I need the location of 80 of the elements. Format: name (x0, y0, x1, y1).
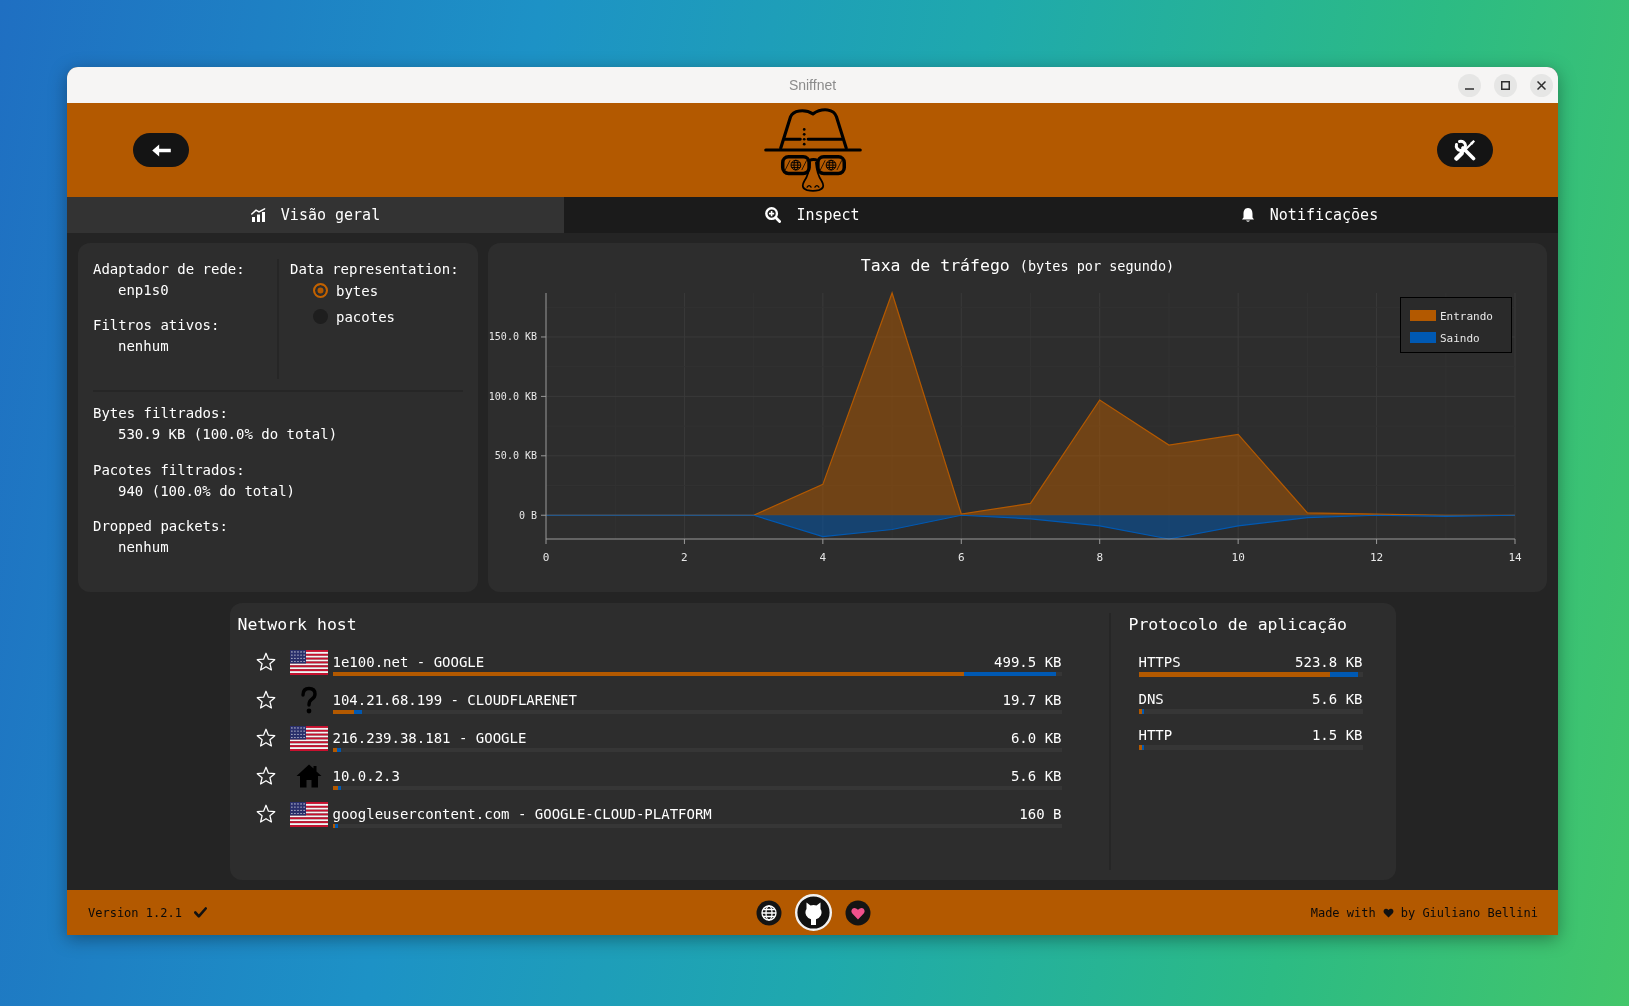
question-mark-icon (298, 686, 319, 714)
cat-icon[interactable] (794, 894, 832, 931)
tab[interactable]: Notificações (1061, 197, 1558, 233)
stat-value: 940 (100.0% do total) (117, 481, 296, 501)
protocol-name: HTTPS (1138, 653, 1181, 672)
host-name: 104.21.68.199 - CLOUDFLARENET (332, 691, 577, 710)
maximize-button[interactable] (1494, 73, 1517, 97)
protocol-name: DNS (1138, 689, 1164, 709)
tools-icon (1454, 139, 1476, 161)
axis-tick-label: 0 (542, 551, 550, 564)
section-title: Network host (237, 614, 358, 636)
traffic-amount: 523.8 KB (1295, 653, 1363, 672)
stat-value: 530.9 KB (100.0% do total) (117, 425, 339, 444)
search-icon (765, 207, 782, 223)
axis-tick-label: 50.0 KB (494, 450, 537, 462)
close-icon (1537, 80, 1546, 90)
axis-tick-label: 150.0 KB (488, 331, 537, 343)
flag-icon (289, 725, 328, 751)
axis-tick-label: 10 (1231, 551, 1245, 564)
radio-option[interactable]: pacotes (290, 306, 459, 327)
traffic-amount: 1.5 KB (1311, 726, 1363, 745)
star-icon[interactable] (255, 766, 276, 786)
star-icon[interactable] (255, 652, 276, 672)
axis-tick-label: 12 (1369, 551, 1384, 564)
traffic-amount: 6.0 KB (1010, 729, 1062, 748)
traffic-amount: 19.7 KB (1002, 691, 1062, 710)
stat-label: Pacotes filtrados: (93, 460, 246, 480)
stat-value: nenhum (117, 538, 170, 557)
tab[interactable]: Visão geral (67, 197, 564, 233)
star-icon[interactable] (255, 690, 276, 710)
axis-tick-label: 8 (1096, 551, 1104, 564)
credit-text: Made with (1310, 904, 1376, 921)
author-text: by Giuliano Bellini (1400, 904, 1538, 921)
chart-title: Taxa de tráfego (860, 255, 1010, 277)
radio-option[interactable]: bytes (290, 280, 459, 301)
traffic-amount: 5.6 KB (1311, 689, 1363, 709)
axis-tick-label: 4 (819, 551, 827, 564)
traffic-amount: 5.6 KB (1010, 767, 1062, 786)
stat-label: Dropped packets: (93, 517, 229, 536)
axis-tick-label: 0 B (518, 509, 537, 521)
close-button[interactable] (1530, 73, 1553, 97)
info-label: Adaptador de rede: (93, 260, 246, 279)
info-value: enp1s0 (117, 281, 170, 300)
host-name: googleusercontent.com - GOOGLE-CLOUD-PLATFORM (332, 805, 712, 824)
section-title: Protocolo de aplicação (1128, 614, 1349, 636)
bar-chart-icon (250, 208, 266, 222)
minimize-button[interactable] (1458, 73, 1481, 97)
axis-tick-label: 2 (681, 551, 688, 564)
tab[interactable]: Inspect (564, 197, 1061, 233)
flag-icon (289, 649, 328, 675)
protocol-name: HTTP (1138, 726, 1173, 745)
star-icon[interactable] (255, 728, 276, 748)
house-icon (295, 764, 322, 788)
traffic-amount: 160 B (1019, 805, 1062, 824)
minimize-icon (1465, 87, 1474, 90)
host-name: 10.0.2.3 (332, 767, 400, 786)
traffic-amount: 499.5 KB (994, 653, 1062, 672)
arrow-left-icon (151, 143, 171, 157)
axis-tick-label: 14 (1508, 551, 1522, 564)
heart-icon (1382, 907, 1394, 918)
back-button[interactable] (133, 133, 189, 167)
host-name: 1e100.net - GOOGLE (332, 653, 485, 672)
version-label: Version 1.2.1 (88, 904, 182, 921)
window-title: Sniffnet (788, 77, 837, 93)
settings-button[interactable] (1437, 133, 1493, 167)
maximize-icon (1501, 80, 1510, 90)
info-label: Filtros ativos: (93, 316, 221, 335)
axis-tick-label: 6 (957, 551, 965, 564)
axis-tick-label: 100.0 KB (488, 390, 537, 402)
stat-label: Bytes filtrados: (93, 404, 229, 423)
legend-label: Saindo (1440, 331, 1480, 345)
star-icon[interactable] (255, 804, 276, 824)
host-name: 216.239.38.181 - GOOGLE (332, 729, 527, 748)
info-value: nenhum (117, 337, 170, 356)
flag-icon (289, 801, 328, 827)
chart-subtitle: (bytes por segundo) (1019, 257, 1175, 276)
legend-label: Entrando (1440, 309, 1493, 323)
bell-icon (1240, 207, 1255, 223)
globe-icon[interactable] (755, 899, 782, 926)
setting-label: Data representation: (290, 260, 459, 279)
